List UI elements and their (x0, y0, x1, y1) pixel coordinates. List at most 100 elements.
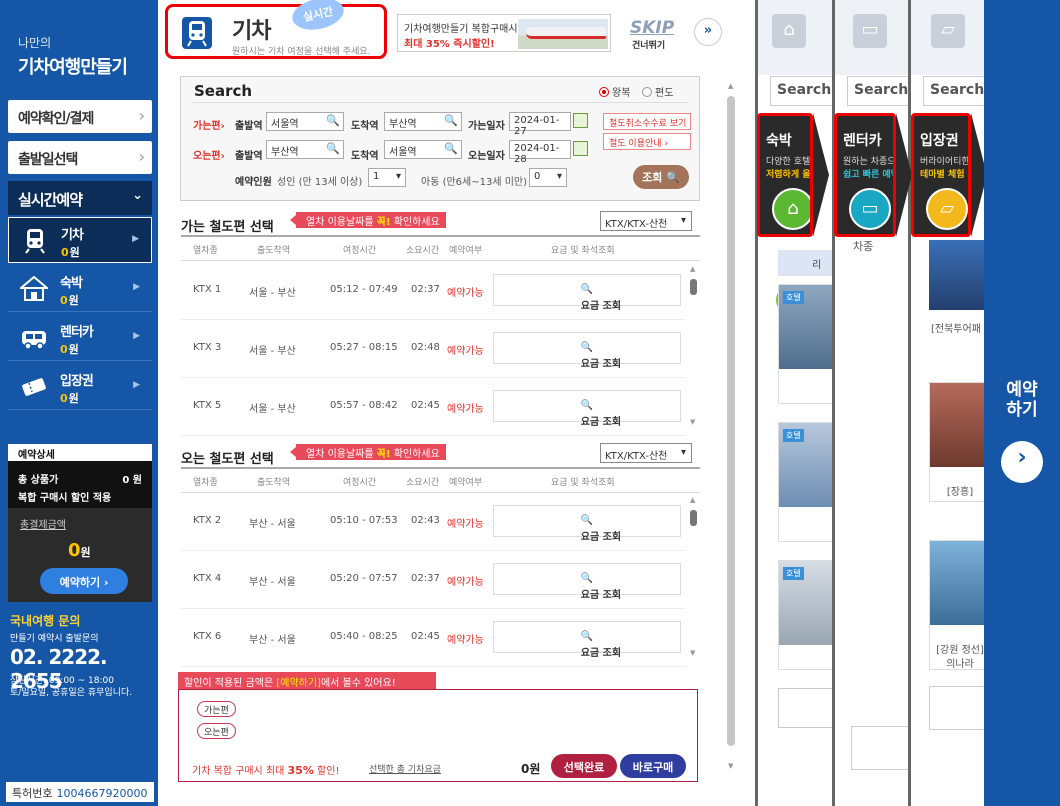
final-amount-value: 0원 (68, 540, 91, 561)
search-icon: 🔍 (666, 171, 680, 184)
chevron-right-icon: › (138, 106, 145, 125)
category-hotel[interactable]: 숙박 다양한 호텔 저렴하게 올가자 ⌂ (757, 113, 813, 237)
ticket-search-label[interactable]: Search (923, 76, 988, 106)
nav-realtime-reservation[interactable]: 실시간예약 ⌄ (8, 181, 152, 215)
adult-count-select[interactable]: 1 (368, 168, 406, 187)
ticket-icon: ▱ (931, 14, 965, 48)
search-icon: 🔍 (580, 284, 594, 295)
child-count-select[interactable]: 0 (529, 168, 567, 187)
inquiry-holiday: 토/일요일, 공휴일은 휴무입니다. (10, 688, 133, 698)
nav-departure-date[interactable]: 출발일선택 › (8, 141, 152, 174)
return-date-input[interactable]: 2024-01-28 (509, 140, 588, 165)
outbound-train-filter[interactable]: KTX/KTX-산천 (600, 211, 692, 231)
fare-inquiry-button[interactable]: 요금 조회 🔍 (493, 563, 681, 601)
fare-inquiry-button[interactable]: 요금 조회 🔍 (493, 332, 681, 370)
table-row[interactable]: KTX 5 서울 - 부산 05:57 - 08:42 02:45 예약가능 요금 조회… (181, 378, 686, 436)
sidebar-item-amount: 0원 (61, 246, 80, 259)
car-icon (22, 331, 46, 350)
category-ticket[interactable]: 입장권 버라이어티한 테마별 체험 ▱ (911, 113, 971, 237)
outbound-pill[interactable]: 가는편 (197, 701, 236, 717)
search-icon[interactable]: 🔍 (326, 142, 340, 155)
search-icon: 🔍 (580, 515, 594, 526)
hotel-icon (20, 276, 48, 301)
triangle-right-icon: ▶ (133, 380, 140, 390)
adult-label: 성인 (만 13세 이상) (277, 177, 363, 188)
search-icon: 🔍 (580, 400, 594, 411)
table-row[interactable]: KTX 1 서울 - 부산 05:12 - 07:49 02:37 예약가능 요금 조회… (181, 262, 686, 320)
ticket-card[interactable]: [전북투어패 (929, 240, 988, 350)
skip-label[interactable]: SKIP (630, 18, 674, 38)
passengers-label: 예약인원 (235, 177, 272, 188)
outbound-date-input[interactable]: 2024-01-27 (509, 112, 588, 137)
return-train-filter[interactable]: KTX/KTX-산천 (600, 443, 692, 463)
page-description: 원하시는 기차 여정을 선택해 주세요. (232, 47, 371, 57)
return-scrollbar[interactable]: ▲ ▼ (689, 496, 699, 661)
radio-oneway[interactable]: 편도 (642, 84, 673, 99)
sidebar-item-amount: 0원 (60, 294, 79, 307)
calendar-icon[interactable] (573, 141, 588, 156)
chevron-right-icon: › (138, 147, 145, 166)
category-rentcar[interactable]: 렌터카 원하는 차종으로 쉽고 빠른 예약 ▭ (834, 113, 896, 237)
patent-number: 특허번호 1004667920000 (6, 782, 154, 802)
search-button[interactable]: 조회 🔍 (633, 165, 689, 189)
search-icon: 🔍 (580, 342, 594, 353)
table-row[interactable]: KTX 3 서울 - 부산 05:27 - 08:15 02:48 예약가능 요금 조회… (181, 320, 686, 378)
total-fare-link[interactable]: 선택한 총 기차요금 (369, 762, 441, 775)
fare-inquiry-button[interactable]: 요금 조회 🔍 (493, 390, 681, 428)
fare-inquiry-button[interactable]: 요금 조회 🔍 (493, 505, 681, 543)
sidebar-item-hotel[interactable]: 숙박 0원 ▶ (8, 266, 152, 312)
table-row[interactable]: KTX 4 부산 - 서울 05:20 - 07:57 02:37 예약가능 요금 조회… (181, 551, 686, 609)
return-row-label: 오는편› (193, 151, 225, 162)
buy-now-button[interactable]: 바로구매 (620, 754, 686, 778)
fare-inquiry-button[interactable]: 요금 조회 🔍 (493, 274, 681, 312)
main-scrollbar[interactable]: ▲ ▼ (726, 82, 736, 772)
triangle-right-icon: ▶ (133, 331, 140, 341)
chevron-right-icon[interactable]: › (1001, 441, 1043, 483)
sidebar-item-label: 숙박 (60, 276, 83, 291)
skip-button[interactable]: » (694, 18, 722, 46)
return-depart-input[interactable]: 부산역 🔍 (266, 140, 344, 159)
rail-guide-button[interactable]: 철도 이용안내 › (603, 133, 691, 150)
sidebar-reserve-button[interactable]: 예약하기 › (40, 568, 128, 594)
car-icon: ▭ (853, 14, 887, 48)
sidebar-item-rentcar[interactable]: 렌터카 0원 ▶ (8, 315, 152, 361)
sidebar: 나만의 기차여행만들기 예약확인/결제 › 출발일선택 › 실시간예약 ⌄ 기차… (0, 0, 158, 806)
radio-roundtrip[interactable]: 왕복 (599, 84, 630, 99)
sidebar-item-label: 기차 (61, 228, 84, 243)
sidebar-item-ticket[interactable]: 입장권 0원 ▶ (8, 364, 152, 410)
sidebar-item-train[interactable]: 기차 0원 ▶ (8, 217, 152, 263)
sidebar-item-amount: 0원 (60, 343, 79, 356)
nav-reservation-confirm[interactable]: 예약확인/결제 › (8, 100, 152, 133)
selection-summary: 가는편 오는편 기차 복합 구매시 최대 35% 할인! 선택한 총 기차요금 … (178, 689, 698, 782)
search-icon[interactable]: 🔍 (444, 142, 458, 155)
fare-inquiry-button[interactable]: 요금 조회 🔍 (493, 621, 681, 659)
ticket-icon (22, 378, 46, 396)
outbound-scrollbar[interactable]: ▲ ▼ (689, 265, 699, 430)
hotel-icon: ⌂ (772, 188, 810, 230)
page-title: 기차 (232, 19, 271, 44)
final-amount-label: 총결제금액 (20, 520, 66, 531)
ticket-card[interactable]: [강원 정선] 의나라 (929, 540, 988, 670)
total-price-row: 총 상품가 0 원 (18, 475, 142, 486)
sidebar-item-label: 입장권 (60, 374, 94, 389)
final-amount-box: 총결제금액 0원 예약하기 › (8, 508, 152, 602)
reservation-detail: 예약상세 총 상품가 0 원 복합 구매시 할인 적용 총결제금액 0원 예약하기… (8, 444, 152, 602)
outbound-arrive-input[interactable]: 부산역 🔍 (384, 112, 462, 131)
refund-fee-button[interactable]: 철도취소수수료 보기 › (603, 113, 691, 130)
realtime-badge: 실시간 (289, 0, 347, 35)
select-complete-button[interactable]: 선택완료 (551, 754, 617, 778)
sidebar-item-amount: 0원 (60, 392, 79, 405)
table-row[interactable]: KTX 2 부산 - 서울 05:10 - 07:53 02:43 예약가능 요금 조회… (181, 493, 686, 551)
ticket-card[interactable]: [장흥] (929, 382, 988, 502)
outbound-depart-input[interactable]: 서울역 🔍 (266, 112, 344, 131)
return-arrive-input[interactable]: 서울역 🔍 (384, 140, 462, 159)
car-icon: ▭ (849, 188, 891, 230)
reserve-sidebar[interactable]: 예약하기 › (984, 0, 1060, 806)
return-pill[interactable]: 오는편 (197, 723, 236, 739)
search-icon[interactable]: 🔍 (326, 114, 340, 127)
search-panel: Search 왕복 편도 가는편› 출발역 서울역 🔍 도착역 부산역 🔍 가는일자… (180, 76, 700, 201)
search-icon[interactable]: 🔍 (444, 114, 458, 127)
table-row[interactable]: KTX 6 부산 - 서울 05:40 - 08:25 02:45 예약가능 요금 조회… (181, 609, 686, 667)
calendar-icon[interactable] (573, 113, 588, 128)
promo-banner[interactable]: 기차여행만들기 복합구매시 최대 35% 즉시할인! (397, 14, 611, 52)
